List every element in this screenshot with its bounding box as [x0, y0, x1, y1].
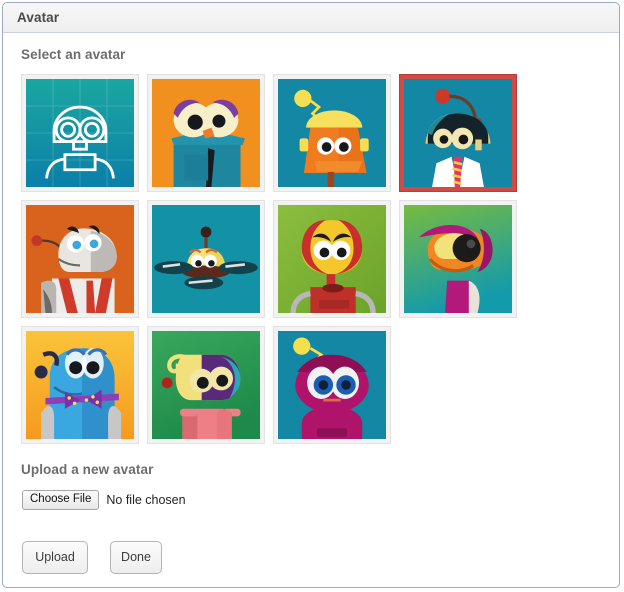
avatar-dialog: Avatar Select an avatar Upload a new ava…	[2, 2, 620, 588]
avatar-option-8[interactable]	[399, 200, 517, 318]
avatar-option-4[interactable]	[399, 74, 517, 192]
teal-blueprint-robot-icon	[26, 79, 134, 187]
avatar-option-11[interactable]	[273, 326, 391, 444]
choose-file-button[interactable]: Choose File	[22, 490, 100, 510]
magenta-antenna-robot-icon	[278, 331, 386, 439]
avatar-option-9[interactable]	[21, 326, 139, 444]
action-button-row: Upload Done	[22, 541, 603, 574]
yellow-drone-robot-icon	[152, 205, 260, 313]
avatar-grid	[21, 74, 533, 452]
dialog-body: Select an avatar Upload a new avatar Cho…	[3, 33, 619, 574]
upload-button[interactable]: Upload	[22, 541, 88, 574]
done-button[interactable]: Done	[110, 541, 162, 574]
avatar-option-2[interactable]	[147, 74, 265, 192]
file-input-row: Choose File No file chosen	[22, 489, 603, 511]
red-helmet-robot-icon	[278, 205, 386, 313]
upload-avatar-heading: Upload a new avatar	[21, 462, 154, 477]
dialog-title: Avatar	[17, 10, 60, 25]
blue-bowtie-robot-icon	[26, 331, 134, 439]
white-striped-rhino-robot-icon	[26, 205, 134, 313]
lab-coat-visor-robot-icon	[404, 79, 512, 187]
avatar-option-5[interactable]	[21, 200, 139, 318]
select-avatar-heading: Select an avatar	[21, 47, 126, 62]
avatar-option-7[interactable]	[273, 200, 391, 318]
purple-helmet-pink-robot-icon	[152, 331, 260, 439]
avatar-option-1[interactable]	[21, 74, 139, 192]
magenta-visor-cyclops-robot-icon	[404, 205, 512, 313]
avatar-option-6[interactable]	[147, 200, 265, 318]
avatar-option-10[interactable]	[147, 326, 265, 444]
avatar-option-3[interactable]	[273, 74, 391, 192]
orange-lamp-head-robot-icon	[278, 79, 386, 187]
dialog-header: Avatar	[3, 3, 619, 33]
file-status-text: No file chosen	[106, 493, 186, 507]
orange-eyebrow-robot-icon	[152, 79, 260, 187]
